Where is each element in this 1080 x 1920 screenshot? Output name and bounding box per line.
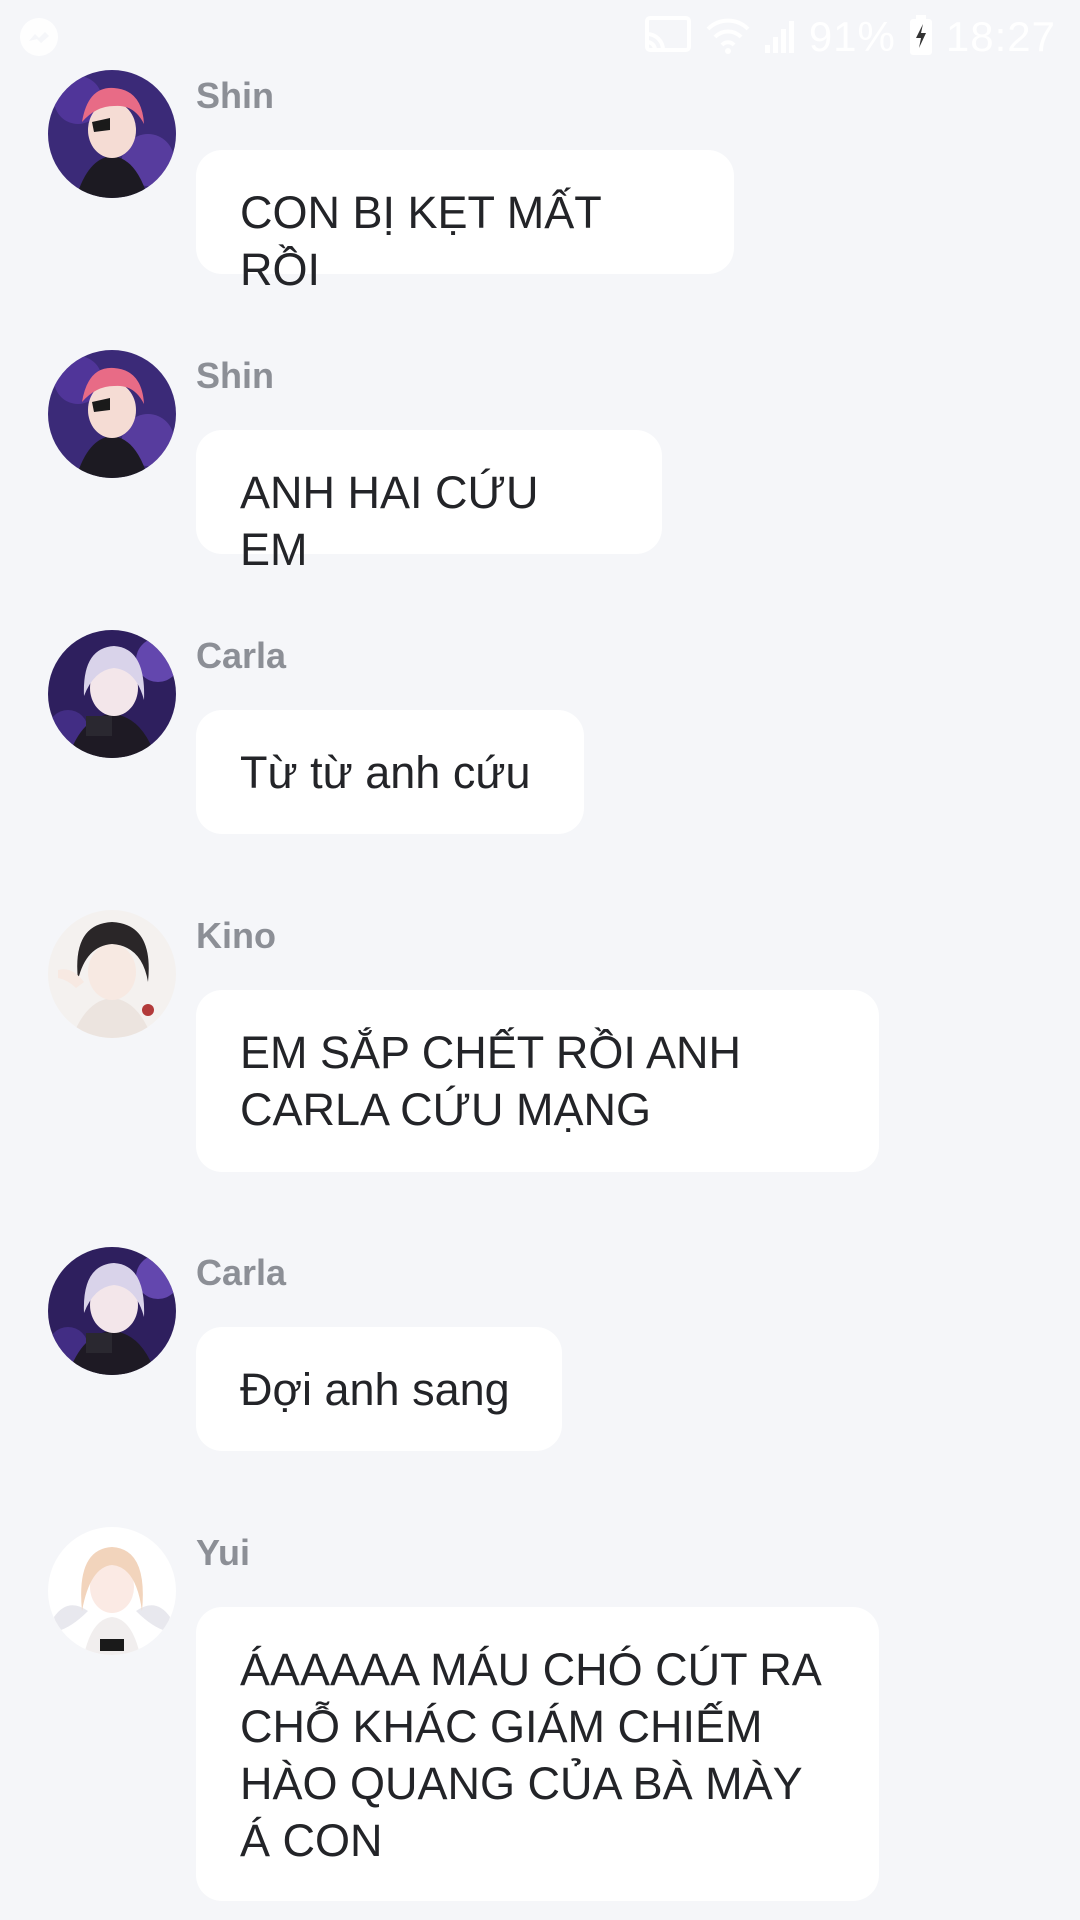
- message-bubble[interactable]: Từ từ anh cứu: [196, 710, 584, 834]
- clock: 18:27: [945, 13, 1056, 60]
- sender-name: Carla: [196, 635, 287, 676]
- message-bubble[interactable]: CON BỊ KẸT MẤT RỒI: [196, 150, 734, 295]
- sender-name: Shin: [196, 75, 274, 116]
- message-bubble[interactable]: ÁAAAAA MÁU CHÓ CÚT RA CHỖ KHÁC GIÁM CHIẾ…: [196, 1607, 879, 1901]
- sender-name: Yui: [196, 1532, 251, 1573]
- sender-name: Kino: [196, 915, 276, 956]
- status-bar: 91% 18:27: [0, 0, 1080, 72]
- wifi-icon: [705, 15, 751, 60]
- message-bubble[interactable]: EM SẮP CHẾT RỒI ANH CARLA CỨU MẠNG: [196, 990, 879, 1172]
- message-bubble[interactable]: ANH HAI CỨU EM: [196, 430, 662, 575]
- status-icons: 91% 18:27: [643, 12, 1056, 62]
- sender-name: Carla: [196, 1252, 287, 1293]
- shin-avatar[interactable]: [48, 70, 176, 198]
- shin-avatar[interactable]: [48, 350, 176, 478]
- carla-avatar[interactable]: [48, 630, 176, 758]
- battery-percent: 91%: [808, 13, 896, 60]
- battery-icon: [908, 14, 934, 61]
- cast-icon: [643, 14, 693, 61]
- message-bubble[interactable]: Đợi anh sang: [196, 1327, 562, 1451]
- carla-avatar[interactable]: [48, 1247, 176, 1375]
- yui-avatar[interactable]: [48, 1527, 176, 1655]
- signal-icon: [763, 15, 797, 60]
- kino-avatar[interactable]: [48, 910, 176, 1038]
- messenger-icon: [20, 18, 58, 56]
- sender-name: Shin: [196, 355, 274, 396]
